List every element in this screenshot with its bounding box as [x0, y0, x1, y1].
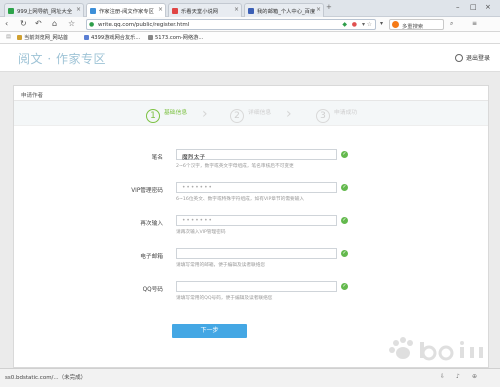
- browser-navbar: ‹ ↻ ↶ ⌂ ☆ ● write.qq.com/public/register…: [0, 17, 500, 32]
- email-hint: 请填写常用的邮箱，便于编辑及读者联络您: [176, 263, 266, 268]
- page-content: 阅文 · 作家专区 退出登录 申请作者 1 基础信息 › 2 详细信息 › 3 申请成…: [0, 44, 500, 368]
- address-text: write.qq.com/public/register.html: [98, 22, 190, 28]
- power-icon: [454, 54, 463, 62]
- browser-statusbar: ss0.bdstatic.com/...（未完成） ⇩ ♪ ⊕: [0, 368, 500, 387]
- download-icon[interactable]: ⇩: [440, 373, 445, 380]
- check-icon: ✓: [341, 151, 348, 158]
- tab-favicon-icon: [8, 8, 14, 14]
- bookmark-star-icon[interactable]: ☆: [68, 19, 75, 28]
- maximize-icon[interactable]: □: [470, 3, 477, 11]
- tab-favicon-icon: [90, 8, 96, 14]
- step-success: 3 申请成功: [316, 107, 357, 123]
- site-logo[interactable]: 阅文 · 作家专区: [18, 50, 106, 67]
- card-title: 申请作者: [21, 93, 44, 99]
- check-icon: ✓: [341, 250, 348, 257]
- address-bar[interactable]: ● write.qq.com/public/register.html ◆ ● …: [86, 19, 376, 30]
- favorite-icon[interactable]: ☆: [367, 21, 372, 28]
- bookmark-item[interactable]: 5173.com-网络游...: [148, 34, 203, 41]
- bookmark-label: 4399游戏网合友乐...: [91, 35, 141, 41]
- step-label: 基础信息: [164, 110, 188, 116]
- vip-password-input[interactable]: •••••••: [176, 182, 337, 193]
- check-icon: ✓: [341, 217, 348, 224]
- bookmark-item[interactable]: 当前浏览网_网站首: [17, 34, 68, 41]
- home-icon[interactable]: ⌂: [52, 19, 57, 28]
- pen-name-input[interactable]: 魔烈太子: [176, 149, 337, 161]
- confirm-password-input[interactable]: •••••••: [176, 215, 337, 226]
- tab-favicon-icon: [248, 8, 254, 14]
- status-text: ss0.bdstatic.com/...（未完成）: [5, 375, 87, 381]
- pen-name-label: 笔名: [151, 155, 163, 161]
- confirm-password-label: 再次输入: [140, 221, 163, 227]
- reload-icon[interactable]: ↻: [20, 19, 27, 28]
- tab-label: 我的邮箱_个人中心_百度: [257, 9, 316, 15]
- tab-label: 999上网导航_网址大全: [17, 9, 73, 15]
- menu-icon[interactable]: ≡: [472, 20, 477, 27]
- arrow-down-icon[interactable]: ▾: [380, 20, 383, 27]
- step-basic-info: 1 基础信息: [146, 107, 187, 123]
- bookmark-favicon-icon: [17, 35, 22, 40]
- bookmarks-menu-icon[interactable]: ▤: [6, 34, 11, 40]
- bookmarks-bar: ▤ 当前浏览网_网站首 4399游戏网合友乐... 5173.com-网络游..…: [0, 32, 500, 44]
- vip-password-hint: 6~16位英文、数字或特殊字符组成，如有VIP章节的需要输入: [176, 197, 305, 202]
- logout-label: 退出登录: [465, 55, 490, 62]
- email-label: 电子邮箱: [140, 254, 163, 260]
- step-label: 申请成功: [334, 110, 358, 116]
- chevron-right-icon: ›: [202, 106, 208, 122]
- tab-mailbox[interactable]: 我的邮箱_个人中心_百度 ×: [244, 3, 324, 17]
- close-icon[interactable]: ×: [316, 6, 321, 13]
- confirm-password-hint: 请再次输入VIP管理密码: [176, 230, 226, 235]
- back-icon[interactable]: ‹: [5, 19, 8, 28]
- shield-icon[interactable]: ◆: [342, 21, 347, 28]
- bookmark-label: 5173.com-网络游...: [155, 35, 204, 41]
- tab-label: 乐看天堂小说网: [181, 9, 219, 15]
- check-icon: ✓: [341, 184, 348, 191]
- step-number: 1: [146, 109, 160, 123]
- site-header: 阅文 · 作家专区 退出登录: [0, 44, 500, 72]
- baidu-watermark-icon: [389, 337, 483, 361]
- dropdown-icon[interactable]: ▾: [362, 21, 365, 28]
- sound-icon[interactable]: ♪: [456, 373, 460, 380]
- vip-password-label: VIP管理密码: [131, 188, 163, 194]
- tab-novel-site[interactable]: 乐看天堂小说网 ×: [168, 3, 242, 17]
- step-number: 2: [230, 109, 244, 123]
- bookmark-label: 当前浏览网_网站首: [24, 35, 69, 41]
- apply-card: 申请作者 1 基础信息 › 2 详细信息 › 3 申请成功: [13, 85, 489, 368]
- qq-hint: 请填写常用的QQ号码，便于编辑及读者联络您: [176, 296, 273, 301]
- qq-field[interactable]: [176, 281, 337, 292]
- bookmark-item[interactable]: 4399游戏网合友乐...: [84, 34, 140, 41]
- browser-tabbar: 999上网导航_网址大全 × 作家注册-阅文作家专区 × 乐看天堂小说网 × 我…: [0, 0, 500, 17]
- chevron-right-icon: ›: [286, 106, 292, 122]
- secure-icon: ●: [89, 21, 95, 28]
- tab-label: 作家注册-阅文作家专区: [99, 9, 154, 15]
- email-field[interactable]: [176, 248, 337, 259]
- search-input[interactable]: 多重搜索: [389, 19, 444, 30]
- bookmark-favicon-icon: [148, 35, 153, 40]
- step-number: 3: [316, 109, 330, 123]
- search-placeholder: 多重搜索: [402, 24, 424, 30]
- qq-label: QQ号码: [142, 287, 163, 293]
- search-engine-icon[interactable]: [392, 21, 399, 28]
- next-step-button[interactable]: 下一步: [172, 324, 247, 338]
- step-label: 详细信息: [248, 110, 272, 116]
- step-details: 2 详细信息: [230, 107, 271, 123]
- close-icon[interactable]: ×: [158, 6, 163, 13]
- extension-icon[interactable]: ●: [352, 21, 357, 28]
- pen-name-hint: 2~6个汉字，数字或英文字母组成，笔名审核后不可变更: [176, 164, 294, 169]
- check-icon: ✓: [341, 283, 348, 290]
- logout-button[interactable]: 退出登录: [454, 53, 490, 62]
- bookmark-favicon-icon: [84, 35, 89, 40]
- new-tab-icon[interactable]: +: [326, 3, 332, 11]
- undo-icon[interactable]: ↶: [35, 19, 42, 28]
- tab-999-nav[interactable]: 999上网导航_网址大全 ×: [4, 3, 84, 17]
- zoom-icon[interactable]: ⊕: [472, 373, 477, 380]
- step-indicator: 1 基础信息 › 2 详细信息 › 3 申请成功: [14, 101, 488, 126]
- minimize-icon[interactable]: –: [456, 3, 460, 11]
- window-close-icon[interactable]: ×: [485, 3, 491, 11]
- tab-writer-register[interactable]: 作家注册-阅文作家专区 ×: [86, 3, 166, 17]
- close-icon[interactable]: ×: [234, 6, 239, 13]
- search-icon[interactable]: ⌕: [450, 20, 453, 28]
- tab-favicon-icon: [172, 8, 178, 14]
- close-icon[interactable]: ×: [76, 6, 81, 13]
